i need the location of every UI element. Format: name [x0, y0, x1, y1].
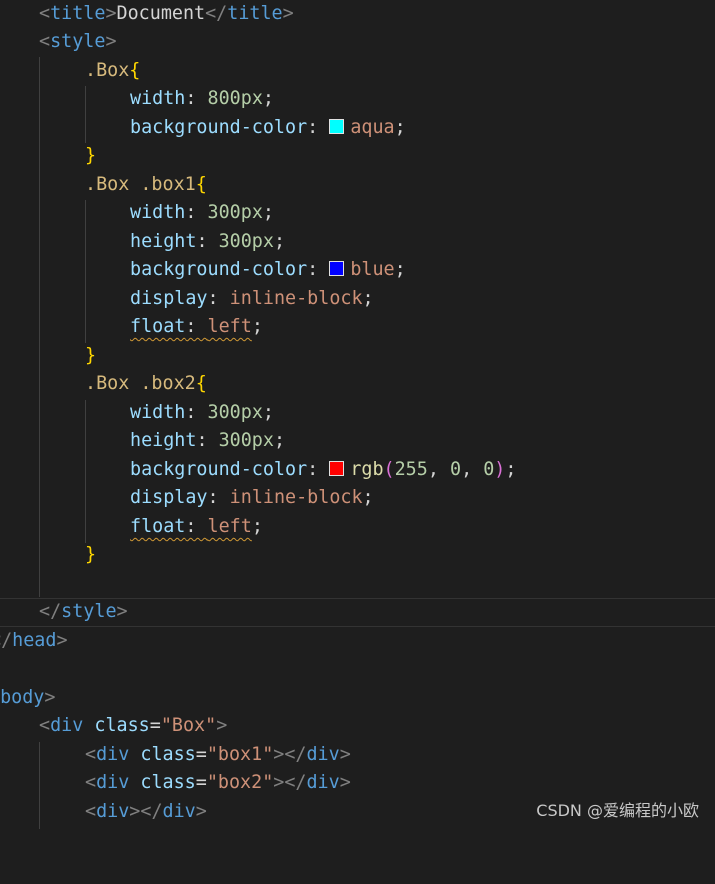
css-property: background-color [130, 459, 308, 480]
css-selector: .Box [85, 60, 130, 81]
css-selector: .Box .box2 [85, 373, 196, 394]
code-line: </head> [0, 630, 68, 651]
tag-name: body [0, 687, 45, 708]
code-line: width: 300px; [130, 402, 274, 423]
css-value: 800px [207, 88, 263, 109]
css-property: display [130, 288, 208, 309]
css-value: 300px [207, 402, 263, 423]
css-value: 300px [218, 430, 274, 451]
tag-name: div [96, 801, 130, 822]
code-line: height: 300px; [130, 430, 286, 451]
css-property: float [130, 316, 186, 337]
attribute-value: "Box" [160, 715, 217, 736]
code-line: display: inline-block; [130, 288, 374, 309]
attribute-value: "box2" [206, 772, 274, 793]
css-property: display [130, 487, 208, 508]
css-property: background-color [130, 259, 308, 280]
code-line: <div class="box1"></div> [85, 744, 351, 765]
lint-warning[interactable]: float: left [130, 316, 252, 337]
code-line: } [85, 145, 97, 166]
html-attribute: class [140, 744, 196, 765]
tag-name: style [50, 31, 106, 52]
code-line: background-color: rgb(255, 0, 0); [130, 459, 517, 480]
code-line: } [85, 345, 97, 366]
tag-name: div [306, 772, 340, 793]
html-attribute: class [94, 715, 150, 736]
css-selector: .Box .box1 [85, 174, 196, 195]
attribute-value: "box1" [206, 744, 274, 765]
css-value: inline-block [229, 288, 363, 309]
watermark: CSDN @爱编程的小欧 [536, 801, 699, 820]
css-value: aqua [350, 117, 395, 138]
tag-name: title [50, 3, 106, 24]
code-line: .Box .box1{ [85, 174, 207, 195]
tag-name: div [162, 801, 196, 822]
code-line: background-color: aqua; [130, 117, 406, 138]
tag-name: head [12, 630, 57, 651]
code-line: width: 800px; [130, 88, 274, 109]
title-text: Document [116, 3, 206, 24]
css-value: 300px [207, 202, 263, 223]
code-line: </style> [39, 601, 128, 622]
css-property: float [130, 516, 186, 537]
css-property: height [130, 430, 197, 451]
color-swatch-aqua[interactable] [329, 118, 345, 134]
css-value: 300px [218, 231, 274, 252]
tag-name: div [50, 715, 84, 736]
css-value: left [207, 516, 252, 537]
code-line: height: 300px; [130, 231, 286, 252]
lint-warning[interactable]: float: left [130, 516, 252, 537]
color-swatch-blue[interactable] [329, 260, 345, 276]
color-swatch-red[interactable] [329, 460, 345, 476]
code-line: float: left; [130, 316, 263, 337]
css-function: rgb [350, 459, 384, 480]
tag-name: div [306, 744, 340, 765]
css-property: width [130, 402, 186, 423]
code-editor[interactable]: <title>Document</title> <style> .Box{ wi… [0, 0, 715, 829]
code-line: .Box{ [85, 60, 141, 81]
code-line: <div class="box2"></div> [85, 772, 351, 793]
css-value: left [207, 316, 252, 337]
css-value: 0 [449, 459, 462, 480]
css-value: inline-block [229, 487, 363, 508]
tag-name: div [96, 744, 130, 765]
html-attribute: class [140, 772, 196, 793]
code-line: .Box .box2{ [85, 373, 207, 394]
tag-name: style [61, 601, 117, 622]
code-line: background-color: blue; [130, 259, 406, 280]
code-line: <body> [0, 687, 56, 708]
code-line: <div class="Box"> [39, 715, 228, 736]
tag-name: title [227, 3, 283, 24]
css-property: background-color [130, 117, 308, 138]
code-line: <style> [39, 31, 117, 52]
css-property: width [130, 202, 186, 223]
code-line: float: left; [130, 516, 263, 537]
css-value: blue [350, 259, 395, 280]
code-line: width: 300px; [130, 202, 274, 223]
code-line: <title>Document</title> [39, 3, 294, 24]
tag-name: div [96, 772, 130, 793]
code-line: display: inline-block; [130, 487, 374, 508]
code-line: } [85, 544, 97, 565]
css-value: 0 [483, 459, 495, 480]
css-property: width [130, 88, 186, 109]
css-value: 255 [394, 459, 428, 480]
css-property: height [130, 231, 197, 252]
